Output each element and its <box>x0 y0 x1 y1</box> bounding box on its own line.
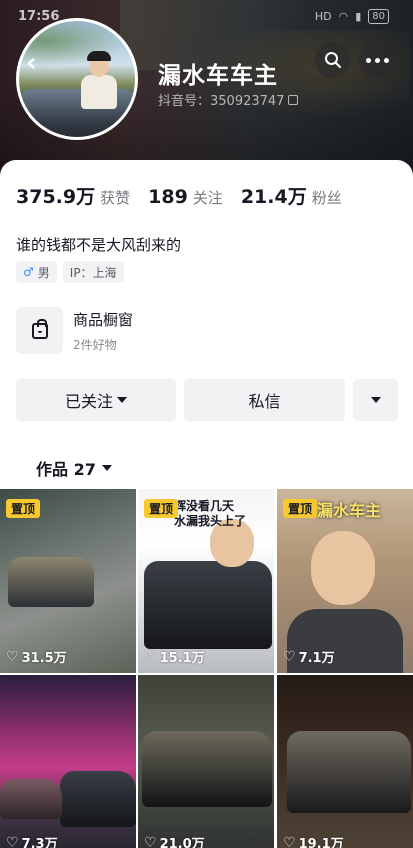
stat-value: 375.9万 <box>16 186 96 208</box>
shop-window[interactable]: 商品橱窗 2件好物 <box>16 307 133 354</box>
search-button[interactable] <box>315 42 351 78</box>
signal-icon: ▮ <box>355 10 362 23</box>
caret-down-icon <box>370 397 381 403</box>
caret-down-icon <box>117 397 127 403</box>
avatar-car <box>19 89 135 125</box>
like-count-value: 21.0万 <box>159 837 205 848</box>
message-button[interactable]: 私信 <box>184 379 345 421</box>
like-count: ♡ 15.1万 <box>144 647 205 667</box>
profile-sheet: 375.9万 获赞 189 关注 21.4万 粉丝 谁的钱都不是大风刮来的 ♂ … <box>0 160 413 490</box>
stat-label: 粉丝 <box>311 189 342 207</box>
network-label: HD <box>314 10 332 23</box>
more-button[interactable] <box>359 42 395 78</box>
shop-subtitle: 2件好物 <box>73 337 117 352</box>
video-caption: 辉没看几天 水漏我头上了 <box>174 499 247 528</box>
caret-down-icon <box>101 465 112 471</box>
video-grid: 置顶 ♡ 31.5万 辉没看几天 水漏我头上了 置顶 ♡ 15.1万 漏水车主 … <box>0 489 413 848</box>
like-count: ♡ 19.1万 <box>283 833 344 848</box>
video-tile[interactable]: ♡ 21.0万 <box>138 675 274 848</box>
works-label: 作品 27 <box>36 460 96 479</box>
profile-bio: 谁的钱都不是大风刮来的 <box>16 236 182 254</box>
profile-nickname: 漏水车车主 <box>158 63 278 89</box>
like-count-value: 15.1万 <box>159 651 205 666</box>
like-count: ♡ 31.5万 <box>6 647 67 667</box>
like-count-value: 7.1万 <box>298 651 335 666</box>
stat-followers[interactable]: 21.4万 粉丝 <box>241 182 342 209</box>
profile-tags: ♂ 男 IP：上海 <box>16 261 124 283</box>
heart-icon: ♡ <box>6 648 19 665</box>
video-tile[interactable]: 置顶 ♡ 31.5万 <box>0 489 136 673</box>
shop-icon-box <box>16 307 63 354</box>
stat-label: 获赞 <box>100 189 131 207</box>
video-tile[interactable]: 辉没看几天 水漏我头上了 置顶 ♡ 15.1万 <box>138 489 274 673</box>
heart-icon: ♡ <box>144 834 157 848</box>
pinned-badge: 置顶 <box>283 499 318 518</box>
battery-icon: 80 <box>368 9 389 24</box>
profile-header: 17:56 HD ◠ ▮ 80 ‹ 漏水车车主 抖音号：350923747 <box>0 0 413 178</box>
heart-icon: ♡ <box>283 648 296 665</box>
followed-button[interactable]: 已关注 <box>16 379 176 421</box>
like-count: ♡ 21.0万 <box>144 833 205 848</box>
video-tile[interactable]: ♡ 7.3万 <box>0 675 136 848</box>
like-count-value: 19.1万 <box>298 837 344 848</box>
like-count-value: 7.3万 <box>21 837 58 848</box>
heart-icon: ♡ <box>283 834 296 848</box>
heart-icon: ♡ <box>144 648 157 665</box>
profile-stats: 375.9万 获赞 189 关注 21.4万 粉丝 <box>16 182 360 209</box>
heart-icon: ♡ <box>6 834 19 848</box>
wifi-icon: ◠ <box>338 10 349 23</box>
stat-value: 21.4万 <box>240 186 307 208</box>
ip-tag: IP：上海 <box>62 261 124 283</box>
like-count: ♡ 7.3万 <box>6 833 58 848</box>
douyin-id[interactable]: 抖音号：350923747 <box>158 90 299 109</box>
stat-value: 189 <box>148 186 188 208</box>
video-thumbnail-car <box>287 731 411 813</box>
shop-title: 商品橱窗 <box>73 310 134 329</box>
profile-actions: 已关注 私信 <box>16 379 398 421</box>
tab-works[interactable]: 作品 27 <box>36 456 112 480</box>
video-thumbnail-car <box>8 557 94 607</box>
stat-label: 关注 <box>192 189 223 207</box>
video-thumbnail-face <box>311 531 375 605</box>
like-count-value: 31.5万 <box>21 651 67 666</box>
male-icon: ♂ <box>23 265 34 279</box>
search-icon <box>325 52 341 68</box>
like-count: ♡ 7.1万 <box>283 647 335 667</box>
pinned-badge: 置顶 <box>6 499 41 518</box>
shopping-bag-icon <box>31 318 48 339</box>
video-thumbnail-car <box>144 561 272 649</box>
recommend-dropdown-button[interactable] <box>353 379 398 421</box>
ip-label: IP：上海 <box>69 265 117 280</box>
video-thumbnail-car <box>60 771 136 827</box>
followed-label: 已关注 <box>64 392 113 411</box>
more-icon <box>365 57 389 63</box>
back-icon[interactable]: ‹ <box>26 48 50 78</box>
gender-tag: ♂ 男 <box>16 261 57 283</box>
avatar-person-body <box>81 75 117 109</box>
video-caption: 漏水车主 <box>317 501 382 520</box>
stat-likes[interactable]: 375.9万 获赞 <box>16 182 130 209</box>
video-thumbnail-car <box>0 779 62 819</box>
pinned-badge: 置顶 <box>144 499 179 518</box>
gender-label: 男 <box>37 265 50 280</box>
status-icons: HD ◠ ▮ 80 <box>315 9 389 24</box>
avatar-person-cap <box>87 51 111 61</box>
shop-text: 商品橱窗 2件好物 <box>73 309 133 353</box>
douyin-id-text: 抖音号：350923747 <box>158 94 285 109</box>
video-tile[interactable]: 漏水车主 置顶 ♡ 7.1万 <box>277 489 413 673</box>
video-thumbnail-car <box>142 731 272 807</box>
avatar[interactable] <box>16 18 138 140</box>
stat-following[interactable]: 189 关注 <box>148 186 223 208</box>
message-label: 私信 <box>248 392 281 411</box>
video-tile[interactable]: ♡ 19.1万 <box>277 675 413 848</box>
copy-icon[interactable] <box>288 94 299 105</box>
